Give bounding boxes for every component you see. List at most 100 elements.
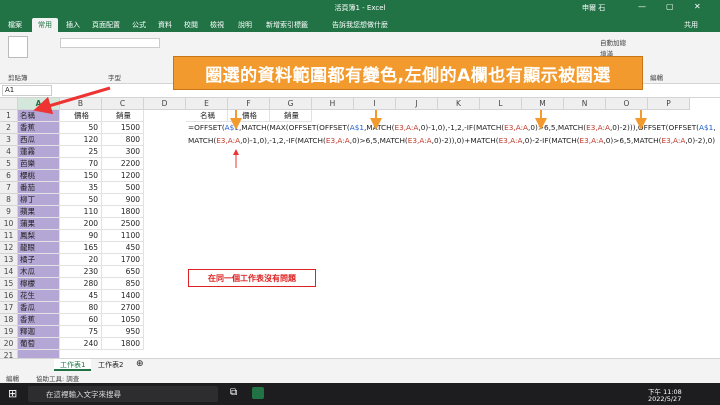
col-header-I[interactable]: I <box>354 98 396 110</box>
tab-view[interactable]: 檢視 <box>210 20 224 30</box>
col-header-G[interactable]: G <box>270 98 312 110</box>
lookup-header-name[interactable]: 名稱 <box>186 110 228 122</box>
table-row-price[interactable]: 240 <box>60 338 102 350</box>
table-row-name[interactable]: 櫻桃 <box>18 170 60 182</box>
select-all[interactable] <box>0 98 18 110</box>
taskbar-search[interactable]: 在這裡輸入文字來搜尋 <box>28 386 218 402</box>
table-row-sales[interactable]: 1800 <box>102 338 144 350</box>
formula-text[interactable]: =OFFSET(A$1,MATCH(MAX(OFFSET(OFFSET(A$1,… <box>188 122 720 147</box>
table-row-price[interactable]: 80 <box>60 302 102 314</box>
tab-data[interactable]: 資料 <box>158 20 172 30</box>
tab-page-layout[interactable]: 頁面配置 <box>92 20 120 30</box>
table-row-name[interactable]: 蓮霧 <box>18 146 60 158</box>
autosum-button[interactable]: 自動加總 <box>600 37 626 47</box>
row-header[interactable]: 8 <box>0 194 18 206</box>
table-row-sales[interactable]: 1100 <box>102 230 144 242</box>
table-row-name[interactable]: 龍眼 <box>18 242 60 254</box>
row-header[interactable]: 17 <box>0 302 18 314</box>
sheet-tab-2[interactable]: 工作表2 <box>92 359 129 371</box>
table-row-sales[interactable]: 1400 <box>102 290 144 302</box>
table-row-name[interactable]: 西瓜 <box>18 134 60 146</box>
table-row-price[interactable]: 35 <box>60 182 102 194</box>
tab-insert[interactable]: 插入 <box>66 20 80 30</box>
user-name[interactable]: 申爾 石 <box>582 3 605 13</box>
tab-help[interactable]: 說明 <box>238 20 252 30</box>
row-header[interactable]: 12 <box>0 242 18 254</box>
table-row-name[interactable]: 香瓜 <box>18 302 60 314</box>
table-row-name[interactable]: 蒲果 <box>18 218 60 230</box>
header-sales[interactable]: 銷量 <box>102 110 144 122</box>
table-row-price[interactable]: 45 <box>60 290 102 302</box>
table-row-price[interactable]: 70 <box>60 158 102 170</box>
table-row-price[interactable]: 150 <box>60 170 102 182</box>
row-header[interactable]: 9 <box>0 206 18 218</box>
row-header[interactable]: 19 <box>0 326 18 338</box>
tell-me-search[interactable]: 告訴我您想做什麼 <box>332 20 388 30</box>
table-row-name[interactable]: 釋迦 <box>18 326 60 338</box>
row-header[interactable]: 10 <box>0 218 18 230</box>
table-row-price[interactable]: 90 <box>60 230 102 242</box>
table-row-name[interactable]: 芭樂 <box>18 158 60 170</box>
row-header[interactable]: 11 <box>0 230 18 242</box>
row-header[interactable]: 2 <box>0 122 18 134</box>
table-row-price[interactable]: 110 <box>60 206 102 218</box>
table-row-price[interactable]: 280 <box>60 278 102 290</box>
row-header[interactable]: 7 <box>0 182 18 194</box>
restore-icon[interactable]: ▢ <box>666 2 674 11</box>
table-row-sales[interactable]: 950 <box>102 326 144 338</box>
table-row-sales[interactable]: 500 <box>102 182 144 194</box>
table-row-price[interactable]: 200 <box>60 218 102 230</box>
table-row-sales[interactable]: 1700 <box>102 254 144 266</box>
table-row-name[interactable]: 橘子 <box>18 254 60 266</box>
name-box[interactable]: A1 <box>2 85 52 96</box>
col-header-N[interactable]: N <box>564 98 606 110</box>
table-row-sales[interactable]: 1050 <box>102 314 144 326</box>
col-header-E[interactable]: E <box>186 98 228 110</box>
row-header[interactable]: 5 <box>0 158 18 170</box>
col-header-K[interactable]: K <box>438 98 480 110</box>
add-sheet-icon[interactable]: ⊕ <box>130 359 150 371</box>
table-row-sales[interactable]: 1500 <box>102 122 144 134</box>
accessibility-status[interactable]: 協助工具: 調查 <box>36 373 79 383</box>
col-header-O[interactable]: O <box>606 98 648 110</box>
row-header[interactable]: 3 <box>0 134 18 146</box>
sheet-tab-1[interactable]: 工作表1 <box>54 359 92 371</box>
tab-formulas[interactable]: 公式 <box>132 20 146 30</box>
row-header[interactable]: 20 <box>0 338 18 350</box>
table-row-sales[interactable]: 1200 <box>102 170 144 182</box>
table-row-sales[interactable]: 2700 <box>102 302 144 314</box>
row-header[interactable]: 1 <box>0 110 18 122</box>
col-header-B[interactable]: B <box>60 98 102 110</box>
table-row-sales[interactable]: 800 <box>102 134 144 146</box>
table-row-price[interactable]: 120 <box>60 134 102 146</box>
table-row-sales[interactable]: 300 <box>102 146 144 158</box>
table-row-name[interactable]: 柳丁 <box>18 194 60 206</box>
col-header-C[interactable]: C <box>102 98 144 110</box>
font-selector[interactable] <box>60 38 160 48</box>
col-header-L[interactable]: L <box>480 98 522 110</box>
header-name[interactable]: 名稱 <box>18 110 60 122</box>
table-row-name[interactable]: 香蕉 <box>18 314 60 326</box>
cell-a[interactable] <box>18 350 60 358</box>
table-row-name[interactable]: 蘋果 <box>18 206 60 218</box>
col-header-D[interactable]: D <box>144 98 186 110</box>
paste-icon[interactable] <box>8 36 28 58</box>
tab-new[interactable]: 新增索引標籤 <box>266 20 308 30</box>
excel-app-icon[interactable] <box>252 387 264 399</box>
table-row-sales[interactable]: 2500 <box>102 218 144 230</box>
row-header[interactable]: 4 <box>0 146 18 158</box>
task-view-icon[interactable]: ⧉ <box>230 387 237 398</box>
minimize-icon[interactable]: — <box>638 2 646 11</box>
table-row-price[interactable]: 20 <box>60 254 102 266</box>
table-row-name[interactable]: 葡萄 <box>18 338 60 350</box>
tab-file[interactable]: 檔案 <box>8 20 22 30</box>
col-header-J[interactable]: J <box>396 98 438 110</box>
worksheet-grid[interactable]: ABCDEFGHIJKLMNOP 1 2 3 4 5 6 7 8 9 10 11 12 13 14 15 16… <box>0 98 720 358</box>
row-header[interactable]: 15 <box>0 278 18 290</box>
row-header[interactable]: 13 <box>0 254 18 266</box>
table-row-price[interactable]: 50 <box>60 122 102 134</box>
col-header-P[interactable]: P <box>648 98 690 110</box>
row-header[interactable]: 18 <box>0 314 18 326</box>
table-row-price[interactable]: 60 <box>60 314 102 326</box>
table-row-name[interactable]: 木瓜 <box>18 266 60 278</box>
